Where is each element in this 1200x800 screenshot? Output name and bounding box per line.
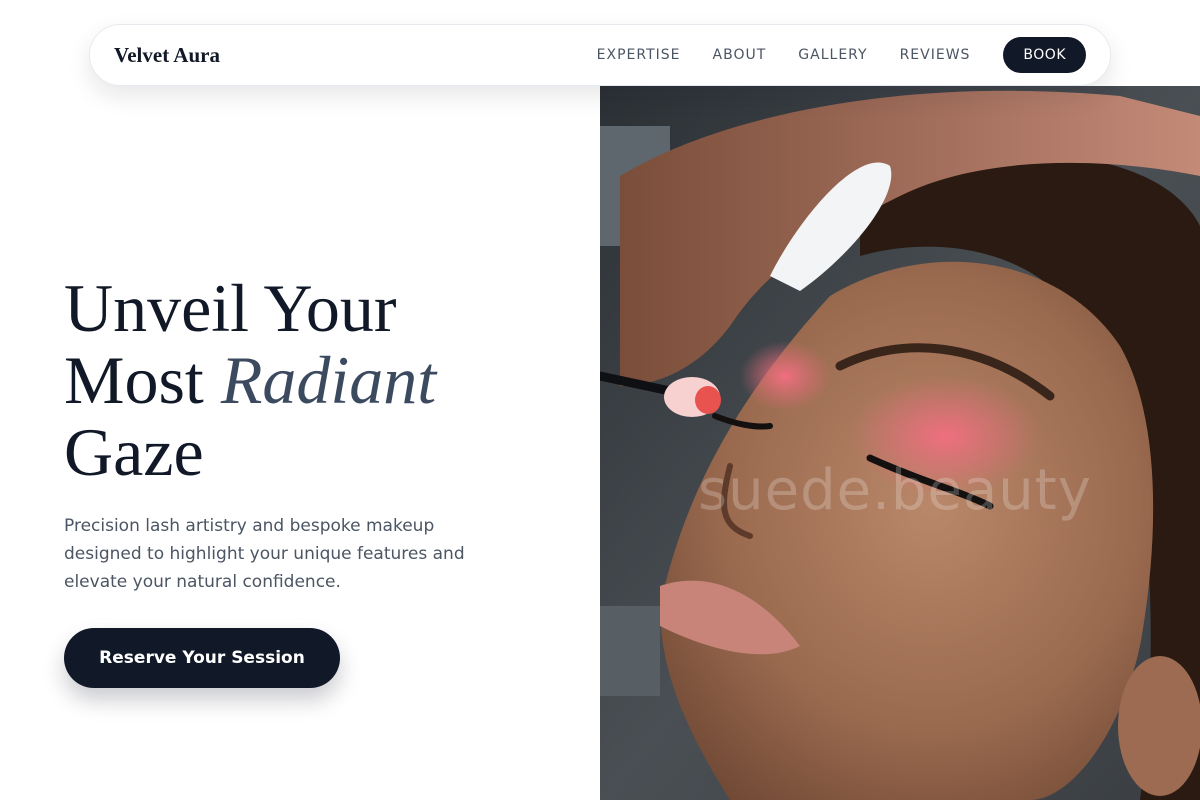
hero-title-line1: Unveil Your: [64, 270, 397, 346]
hero-title: Unveil Your Most Radiant Gaze: [64, 272, 584, 488]
nav-link-reviews[interactable]: REVIEWS: [900, 47, 971, 63]
hero-title-line2-prefix: Most: [64, 342, 221, 418]
book-button[interactable]: BOOK: [1003, 37, 1086, 73]
reserve-session-button[interactable]: Reserve Your Session: [64, 628, 340, 688]
hero-photo: suede.beauty: [600, 86, 1200, 800]
image-watermark: suede.beauty: [698, 458, 1092, 523]
brand-logo[interactable]: Velvet Aura: [114, 43, 220, 68]
makeup-application-image: [600, 86, 1200, 800]
top-navigation: Velvet Aura EXPERTISE ABOUT GALLERY REVI…: [89, 24, 1111, 86]
nav-link-gallery[interactable]: GALLERY: [798, 47, 867, 63]
nav-links: EXPERTISE ABOUT GALLERY REVIEWS BOOK: [597, 37, 1086, 73]
hero-description: Precision lash artistry and bespoke make…: [64, 516, 465, 592]
nav-link-expertise[interactable]: EXPERTISE: [597, 47, 681, 63]
hero-title-emphasis: Radiant: [220, 342, 437, 418]
hero-title-line3: Gaze: [64, 414, 204, 490]
nav-link-about[interactable]: ABOUT: [713, 47, 767, 63]
